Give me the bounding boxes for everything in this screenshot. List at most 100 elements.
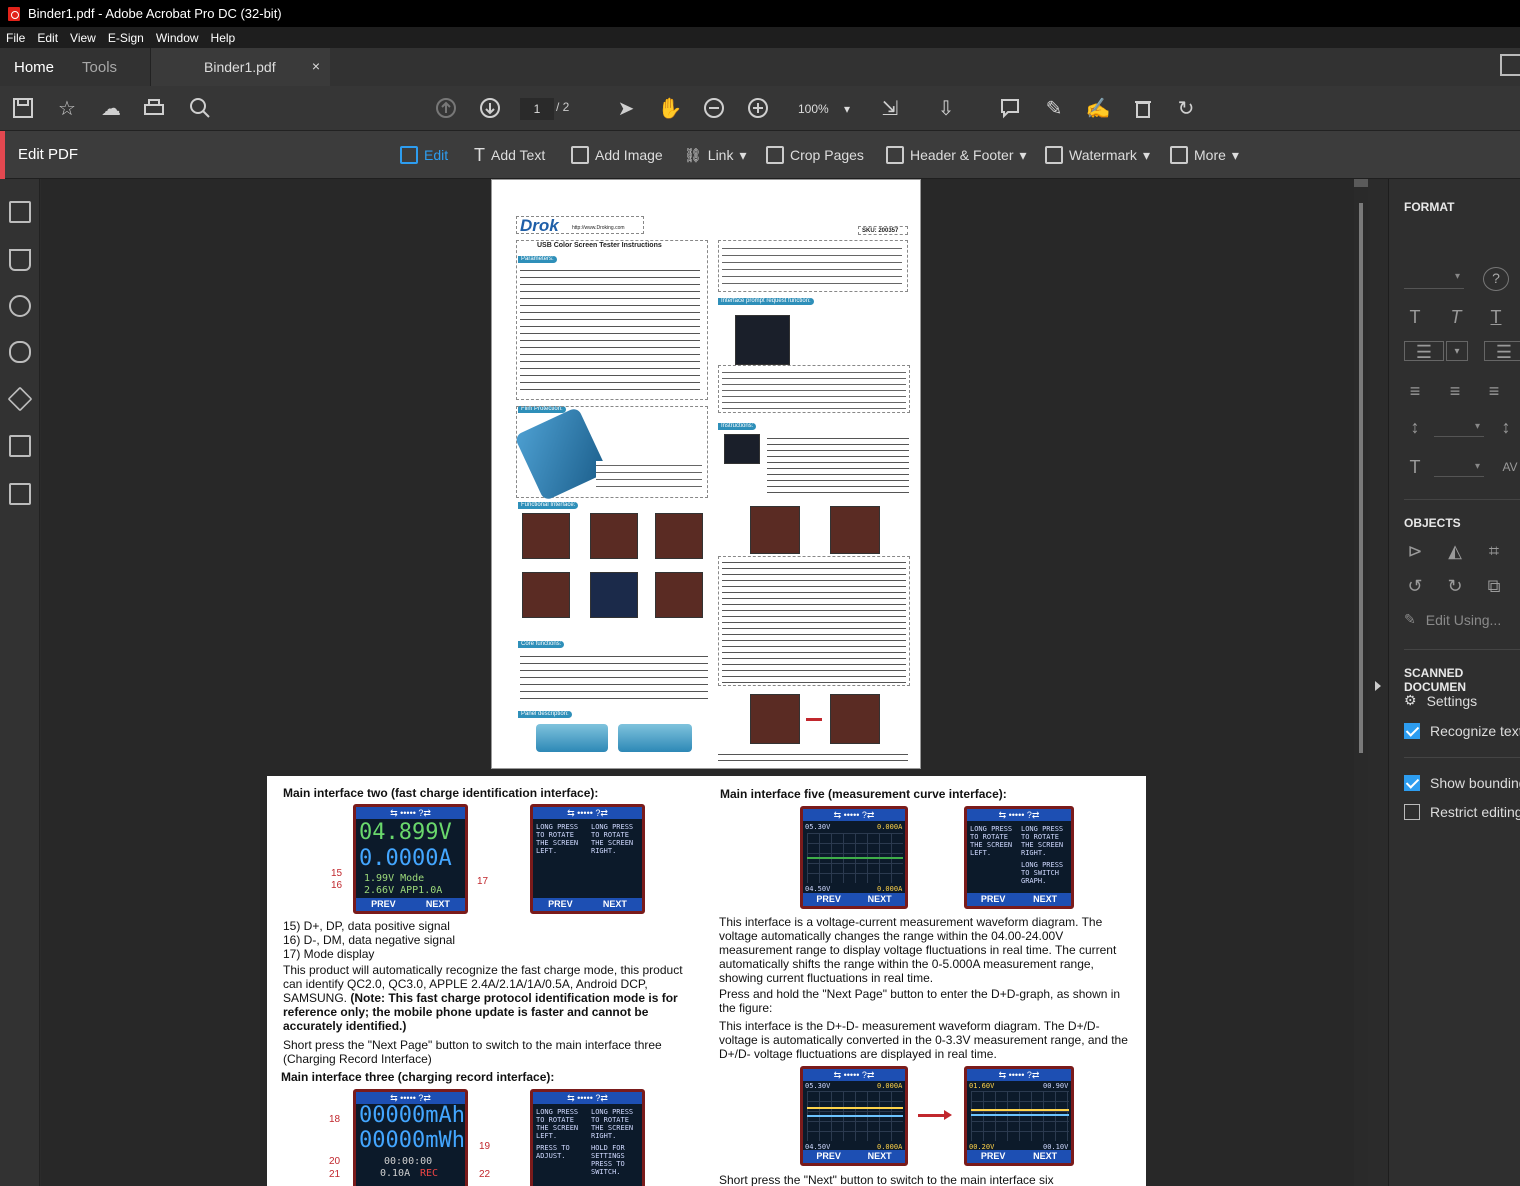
collapse-right-panel-icon[interactable] [1375, 681, 1381, 691]
close-tab-icon[interactable]: × [312, 58, 320, 74]
crop-image-icon[interactable]: ⌗ [1483, 541, 1505, 561]
upload-cloud-icon[interactable]: ☁ [97, 94, 125, 122]
rotate-right-hint: LONG PRESS TO ROTATE THE SCREEN RIGHT. [591, 823, 634, 855]
tags-icon[interactable] [9, 483, 31, 505]
previous-page-icon[interactable] [432, 94, 460, 122]
zoom-in-icon[interactable] [744, 94, 772, 122]
rotate-left-icon[interactable]: ↺ [1404, 576, 1426, 596]
scrollbar-thumb[interactable] [1359, 203, 1363, 753]
text-serif-icon[interactable]: T [1404, 307, 1426, 327]
edit-using-button[interactable]: ✎ Edit Using... [1404, 611, 1501, 628]
red-arrow-icon [918, 1114, 944, 1117]
attachments-icon[interactable] [9, 341, 31, 363]
next-page-icon[interactable] [476, 94, 504, 122]
bookmark-star-icon[interactable]: ☆ [53, 94, 81, 122]
page1-sku: SKU: 200357 [862, 228, 899, 234]
rotate-icon[interactable]: ↻ [1172, 94, 1200, 122]
horizontal-scale-icon[interactable]: T [1404, 457, 1426, 477]
page-number-input[interactable]: 1 [520, 98, 554, 120]
share-icon[interactable] [1500, 54, 1520, 76]
pdf-page-1[interactable]: Drok http://www.Droking.com SKU: 200357 … [491, 179, 921, 769]
rotate-right-hint-2: LONG PRESS TO ROTATE THE SCREEN RIGHT. [591, 1108, 634, 1140]
section-core: Core functions: [518, 641, 565, 648]
scanned-heading: SCANNED DOCUMEN [1404, 666, 1466, 694]
page-thumbnails-icon[interactable] [9, 201, 31, 223]
delete-icon[interactable] [1129, 94, 1157, 122]
show-bounding-option[interactable]: Show bounding [1404, 775, 1520, 791]
paragraph-spacing-icon[interactable]: ↕ [1495, 417, 1517, 437]
zoom-out-icon[interactable] [700, 94, 728, 122]
help-icon[interactable]: ? [1483, 267, 1509, 291]
layers-icon[interactable] [7, 386, 33, 412]
more-button[interactable]: More ▾ [1170, 144, 1239, 166]
edit-button[interactable]: Edit [400, 144, 448, 166]
menu-edit[interactable]: Edit [31, 31, 64, 45]
sign-icon[interactable]: ✍ [1084, 94, 1112, 122]
show-bounding-checkbox[interactable] [1404, 775, 1420, 791]
line-spacing-select[interactable]: ▾ [1434, 419, 1484, 437]
align-left-icon[interactable]: ≡ [1404, 381, 1426, 401]
restrict-editing-checkbox[interactable] [1404, 804, 1420, 820]
interface-five-title: Main interface five (measurement curve i… [720, 787, 1007, 801]
layers-target-icon[interactable] [9, 295, 31, 317]
scroll-mode-icon[interactable]: ⇩ [932, 94, 960, 122]
recognize-text-checkbox[interactable] [1404, 723, 1420, 739]
edit-pdf-title: Edit PDF [18, 146, 79, 163]
flip-horizontal-icon[interactable]: ◭ [1444, 541, 1466, 561]
vertical-scrollbar[interactable] [1354, 179, 1368, 1186]
zoom-value: 100% [798, 102, 829, 116]
tab-tools[interactable]: Tools [68, 59, 131, 76]
header-footer-button[interactable]: Header & Footer ▾ [886, 144, 1027, 166]
menu-esign[interactable]: E-Sign [102, 31, 150, 45]
pdf-page-2[interactable]: Main interface two (fast charge identifi… [267, 776, 1146, 1186]
recognize-text-option[interactable]: Recognize text [1404, 723, 1520, 739]
link-button[interactable]: ⛓ Link ▾ [684, 144, 747, 166]
replace-image-icon[interactable]: ⧉ [1483, 576, 1505, 596]
menu-view[interactable]: View [64, 31, 102, 45]
hand-tool-icon[interactable]: ✋ [656, 94, 684, 122]
page-fit-icon[interactable]: ⇲ [876, 94, 904, 122]
tab-document[interactable]: Binder1.pdf × [150, 48, 330, 86]
align-right-icon[interactable]: ≡ [1483, 381, 1505, 401]
scale-select[interactable]: ▾ [1434, 459, 1484, 477]
settings-button[interactable]: ⚙ Settings [1404, 692, 1477, 709]
watermark-button[interactable]: Watermark ▾ [1045, 144, 1150, 166]
print-icon[interactable] [140, 94, 168, 122]
content-icon[interactable] [9, 435, 31, 457]
curve-current-bottom: 0.000A [877, 885, 903, 893]
align-center-icon[interactable]: ≡ [1444, 381, 1466, 401]
text-italic-icon[interactable]: T [1445, 307, 1467, 327]
add-text-button[interactable]: T Add Text [474, 144, 545, 166]
highlight-pen-icon[interactable]: ✎ [1040, 94, 1068, 122]
save-icon[interactable] [9, 94, 37, 122]
restrict-editing-option[interactable]: Restrict editing [1404, 804, 1520, 820]
char-spacing-icon[interactable]: AV [1499, 457, 1520, 477]
add-image-button[interactable]: Add Image [571, 144, 663, 166]
flip-vertical-icon[interactable]: ⊳ [1404, 541, 1426, 561]
dd1-voltage-top: 05.30V [805, 1082, 831, 1090]
document-canvas[interactable]: Drok http://www.Droking.com SKU: 200357 … [41, 179, 1368, 1186]
list-item-17: 17) Mode display [283, 947, 375, 961]
rotate-right-icon[interactable]: ↻ [1444, 576, 1466, 596]
crop-pages-button[interactable]: Crop Pages [766, 144, 864, 166]
zoom-select[interactable]: 100% ▾ [790, 98, 856, 120]
select-cursor-icon[interactable]: ➤ [612, 94, 640, 122]
acrobat-pdf-icon [8, 6, 20, 21]
format-heading: FORMAT [1404, 200, 1455, 214]
line-spacing-icon[interactable]: ↕ [1404, 417, 1426, 437]
search-icon[interactable] [186, 94, 214, 122]
font-family-select[interactable]: ▾ [1404, 269, 1464, 289]
bookmarks-icon[interactable] [9, 249, 31, 271]
curve-description: This interface is a voltage-current meas… [719, 915, 1117, 985]
menu-window[interactable]: Window [150, 31, 205, 45]
lcd-rec-current: 0.10A [380, 1168, 411, 1179]
menu-help[interactable]: Help [205, 31, 242, 45]
menu-file[interactable]: File [0, 31, 31, 45]
comment-icon[interactable] [996, 94, 1024, 122]
text-underline-icon[interactable]: T [1485, 307, 1507, 327]
numbered-list-icon[interactable]: ☰ [1484, 341, 1520, 362]
func-lcd-4 [522, 572, 570, 618]
chevron-down-icon[interactable]: ▾ [1446, 341, 1468, 361]
bullet-list-icon[interactable]: ☰ [1404, 341, 1444, 362]
tab-home[interactable]: Home [0, 59, 68, 76]
